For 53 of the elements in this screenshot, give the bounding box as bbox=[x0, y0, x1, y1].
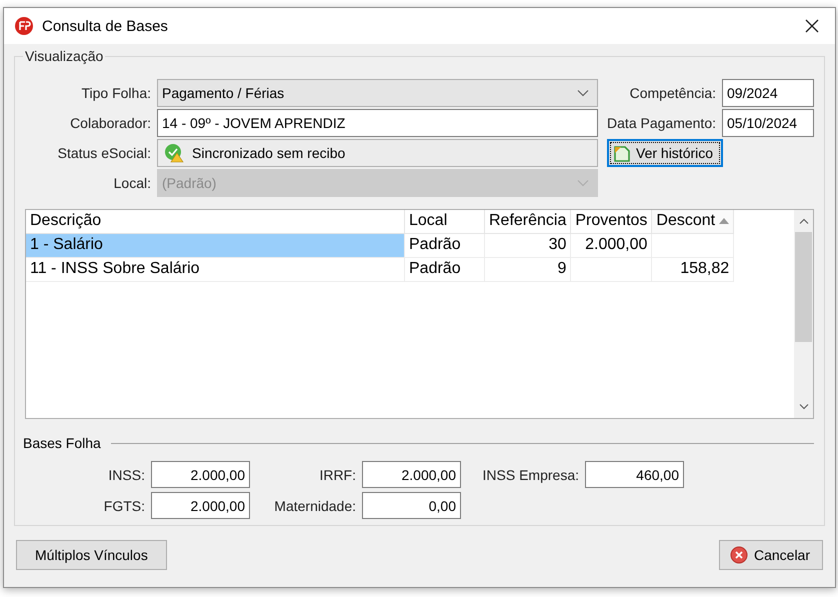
field-label: INSS: bbox=[107, 466, 145, 482]
table-cell[interactable]: 30 bbox=[484, 233, 571, 257]
table-cell[interactable]: Padrão bbox=[404, 257, 484, 281]
chevron-down-icon bbox=[577, 89, 589, 97]
close-icon bbox=[805, 19, 819, 33]
text-field[interactable]: 460,00 bbox=[585, 461, 684, 488]
field-label: Colaborador: bbox=[69, 115, 151, 131]
scroll-down-icon bbox=[798, 404, 808, 410]
text-field[interactable]: 05/10/2024 bbox=[722, 109, 814, 137]
text-field[interactable]: 2.000,00 bbox=[362, 461, 461, 488]
field-label: Data Pagamento: bbox=[606, 115, 716, 131]
group-title: Visualização bbox=[23, 48, 106, 64]
document-icon bbox=[612, 143, 632, 163]
text-field[interactable]: 0,00 bbox=[362, 492, 461, 519]
history-button[interactable]: Ver histórico bbox=[607, 139, 723, 167]
app-logo-icon bbox=[14, 16, 34, 36]
scrollbar[interactable] bbox=[794, 210, 813, 418]
column-header[interactable]: Local bbox=[404, 210, 484, 233]
text-field[interactable]: 14 - 09º - JOVEM APRENDIZ bbox=[157, 109, 598, 137]
field-label: Competência: bbox=[628, 85, 716, 101]
cancel-button[interactable]: Cancelar bbox=[718, 540, 823, 570]
text-field[interactable]: 2.000,00 bbox=[151, 461, 250, 488]
field-label: FGTS: bbox=[102, 498, 145, 514]
table-cell[interactable]: 158,82 bbox=[652, 257, 734, 281]
field-label: Maternidade: bbox=[273, 498, 356, 514]
section-title: Bases Folha bbox=[23, 435, 101, 451]
field-label: IRRF: bbox=[318, 466, 356, 482]
chevron-down-icon bbox=[577, 179, 589, 187]
button[interactable]: Múltiplos Vínculos bbox=[16, 540, 167, 570]
cancel-icon bbox=[730, 546, 748, 564]
scroll-up-icon bbox=[798, 218, 808, 224]
table-cell[interactable]: Padrão bbox=[404, 233, 484, 257]
field-label: INSS Empresa: bbox=[482, 466, 579, 482]
status-text: Sincronizado sem recibo bbox=[192, 145, 346, 161]
column-header[interactable]: Descont bbox=[652, 210, 734, 233]
scroll-thumb[interactable] bbox=[795, 232, 812, 342]
text-field[interactable]: 09/2024 bbox=[722, 79, 814, 107]
sync-warning-icon bbox=[164, 143, 184, 163]
table-cell[interactable]: 11 - INSS Sobre Salário bbox=[26, 257, 404, 281]
column-header[interactable]: Descrição bbox=[26, 210, 404, 233]
dropdown: (Padrão) bbox=[157, 169, 598, 197]
sort-arrow-icon bbox=[719, 218, 730, 224]
dropdown[interactable]: Pagamento / Férias bbox=[157, 79, 598, 107]
column-header[interactable]: Proventos bbox=[570, 210, 652, 233]
field-label: Local: bbox=[112, 175, 151, 191]
field-label: Status eSocial: bbox=[56, 145, 151, 161]
window-title: Consulta de Bases bbox=[42, 18, 169, 34]
table-cell[interactable]: 9 bbox=[484, 257, 571, 281]
field-label: Tipo Folha: bbox=[80, 85, 151, 101]
table-cell[interactable]: 1 - Salário bbox=[26, 233, 404, 257]
column-header[interactable]: Referência bbox=[484, 210, 571, 233]
table-cell[interactable]: 2.000,00 bbox=[570, 233, 652, 257]
text-field[interactable]: 2.000,00 bbox=[151, 492, 250, 519]
